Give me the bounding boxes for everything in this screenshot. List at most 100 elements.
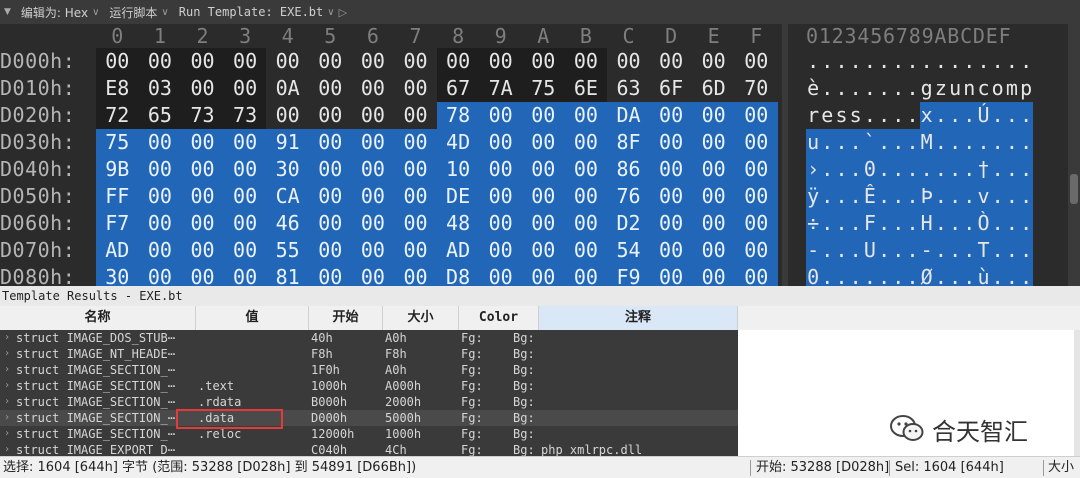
hex-byte[interactable]: 03 <box>138 75 182 102</box>
hex-scrollbar[interactable] <box>1068 24 1080 286</box>
ascii-char[interactable]: . <box>848 264 863 286</box>
ascii-char[interactable]: . <box>862 264 877 286</box>
hex-row[interactable]: D080h: 30 00 00 00 81 00 00 00 D8 00 00 00 F9 00 00 00 0.… <box>0 264 1080 286</box>
ascii-char[interactable]: . <box>891 210 906 237</box>
hex-byte[interactable]: 00 <box>351 183 395 210</box>
ascii-char[interactable]: . <box>891 102 905 129</box>
ascii-char[interactable]: s <box>849 102 863 129</box>
ascii-char[interactable]: . <box>933 210 948 237</box>
column-header-comment[interactable]: 注释 <box>539 306 738 330</box>
template-row[interactable]: › struct IMAGE_NT_HEADE⋯ F8h F8h Fg: Bg: <box>0 346 738 362</box>
ascii-char[interactable]: . <box>848 129 863 156</box>
ascii-char[interactable]: . <box>863 102 877 129</box>
expand-arrow-icon[interactable]: › <box>4 346 14 362</box>
hex-byte[interactable]: 00 <box>607 48 650 75</box>
ascii-char[interactable]: Ø <box>919 264 934 286</box>
hex-byte[interactable]: 91 <box>266 129 309 156</box>
hex-byte[interactable]: 00 <box>735 237 778 264</box>
hex-byte[interactable]: 75 <box>96 129 139 156</box>
ascii-char[interactable]: . <box>849 75 863 102</box>
ascii-char[interactable]: . <box>948 264 963 286</box>
ascii-char[interactable]: . <box>891 48 905 75</box>
hex-byte[interactable]: 00 <box>181 264 224 286</box>
hex-byte[interactable]: 00 <box>479 48 522 75</box>
ascii-char[interactable]: . <box>990 264 1005 286</box>
hex-byte[interactable]: 30 <box>96 264 139 286</box>
ascii-char[interactable]: . <box>990 156 1005 183</box>
hex-byte[interactable]: 00 <box>692 129 735 156</box>
ascii-char[interactable]: n <box>962 75 976 102</box>
template-row[interactable]: › struct IMAGE_DOS_STUB⋯ 40h A0h Fg: Bg: <box>0 330 738 346</box>
edit-as-dropdown[interactable]: 编辑为: Hex ∨ <box>21 4 99 21</box>
run-template-dropdown[interactable]: Run Template: EXE.bt ∨ ▷ <box>179 5 347 19</box>
hex-byte[interactable]: 00 <box>394 264 437 286</box>
ascii-char[interactable]: . <box>834 48 848 75</box>
hex-byte[interactable]: 00 <box>649 156 693 183</box>
hex-byte[interactable]: 00 <box>394 156 437 183</box>
hex-byte[interactable]: FF <box>96 183 139 210</box>
expand-arrow-icon[interactable]: › <box>4 426 14 442</box>
hex-byte[interactable]: 00 <box>479 102 522 129</box>
template-row[interactable]: › struct IMAGE_SECTION_⋯ 1F0h A0h Fg: Bg: <box>0 362 738 378</box>
expand-arrow-icon[interactable]: › <box>4 410 14 426</box>
hex-byte[interactable]: 00 <box>649 264 693 286</box>
ascii-char[interactable]: † <box>976 156 991 183</box>
hex-byte[interactable]: AD <box>96 237 139 264</box>
ascii-char[interactable]: . <box>820 129 835 156</box>
ascii-char[interactable]: . <box>1004 129 1019 156</box>
ascii-char[interactable]: . <box>933 264 948 286</box>
ascii-char[interactable]: . <box>933 237 948 264</box>
ascii-char[interactable]: . <box>905 48 919 75</box>
ascii-char[interactable]: . <box>834 210 849 237</box>
hex-row[interactable]: D050h: FF 00 00 00 CA 00 00 00 DE 00 00 00 76 00 00 00 ÿ.… <box>0 183 1080 210</box>
ascii-char[interactable]: . <box>1019 102 1034 129</box>
hex-byte[interactable]: 6E <box>564 75 608 102</box>
ascii-char[interactable]: - <box>919 237 934 264</box>
hex-byte[interactable]: 00 <box>650 48 693 75</box>
ascii-char[interactable]: . <box>877 237 892 264</box>
ascii-char[interactable]: p <box>1019 75 1033 102</box>
hex-byte[interactable]: 10 <box>436 156 480 183</box>
hex-byte[interactable]: 00 <box>138 129 182 156</box>
ascii-char[interactable]: Þ <box>919 183 934 210</box>
hex-byte[interactable]: 00 <box>394 129 437 156</box>
hex-byte[interactable]: 00 <box>522 102 565 129</box>
ascii-char[interactable]: . <box>863 75 877 102</box>
hex-byte[interactable]: 00 <box>735 102 778 129</box>
ascii-char[interactable]: . <box>962 183 977 210</box>
hex-byte[interactable]: F7 <box>96 210 139 237</box>
ascii-char[interactable]: g <box>920 75 934 102</box>
column-header-value[interactable]: 值 <box>196 306 309 330</box>
hex-byte[interactable]: 00 <box>735 156 778 183</box>
hex-byte[interactable]: 00 <box>351 210 395 237</box>
hex-byte[interactable]: 00 <box>352 75 395 102</box>
ascii-char[interactable]: ù <box>976 264 991 286</box>
hex-byte[interactable]: 00 <box>138 237 182 264</box>
hex-byte[interactable]: 00 <box>181 183 224 210</box>
ascii-char[interactable]: . <box>863 48 877 75</box>
ascii-char[interactable]: . <box>891 183 906 210</box>
ascii-char[interactable]: . <box>1019 48 1033 75</box>
hex-byte[interactable]: 00 <box>735 264 778 286</box>
ascii-char[interactable]: o <box>991 75 1005 102</box>
ascii-char[interactable]: ÿ <box>806 183 821 210</box>
hex-byte[interactable]: F9 <box>607 264 650 286</box>
ascii-char[interactable]: . <box>976 129 991 156</box>
hex-byte[interactable]: 00 <box>735 48 778 75</box>
ascii-char[interactable]: . <box>905 210 920 237</box>
hex-byte[interactable]: 9B <box>96 156 139 183</box>
hex-byte[interactable]: 00 <box>309 75 352 102</box>
hex-byte[interactable]: 73 <box>181 102 224 129</box>
ascii-char[interactable]: Ú <box>976 102 991 129</box>
ascii-char[interactable]: . <box>834 129 849 156</box>
ascii-char[interactable]: . <box>933 156 948 183</box>
hex-byte[interactable]: 00 <box>223 129 267 156</box>
hex-byte[interactable]: 00 <box>692 183 735 210</box>
ascii-char[interactable]: . <box>849 48 863 75</box>
hex-byte[interactable]: 65 <box>138 102 182 129</box>
hex-row[interactable]: D040h: 9B 00 00 00 30 00 00 00 10 00 00 00 86 00 00 00 ›.… <box>0 156 1080 183</box>
ascii-char[interactable]: . <box>1019 264 1034 286</box>
ascii-char[interactable]: s <box>834 102 848 129</box>
hex-byte[interactable]: 00 <box>564 264 608 286</box>
expand-arrow-icon[interactable]: › <box>4 442 14 456</box>
